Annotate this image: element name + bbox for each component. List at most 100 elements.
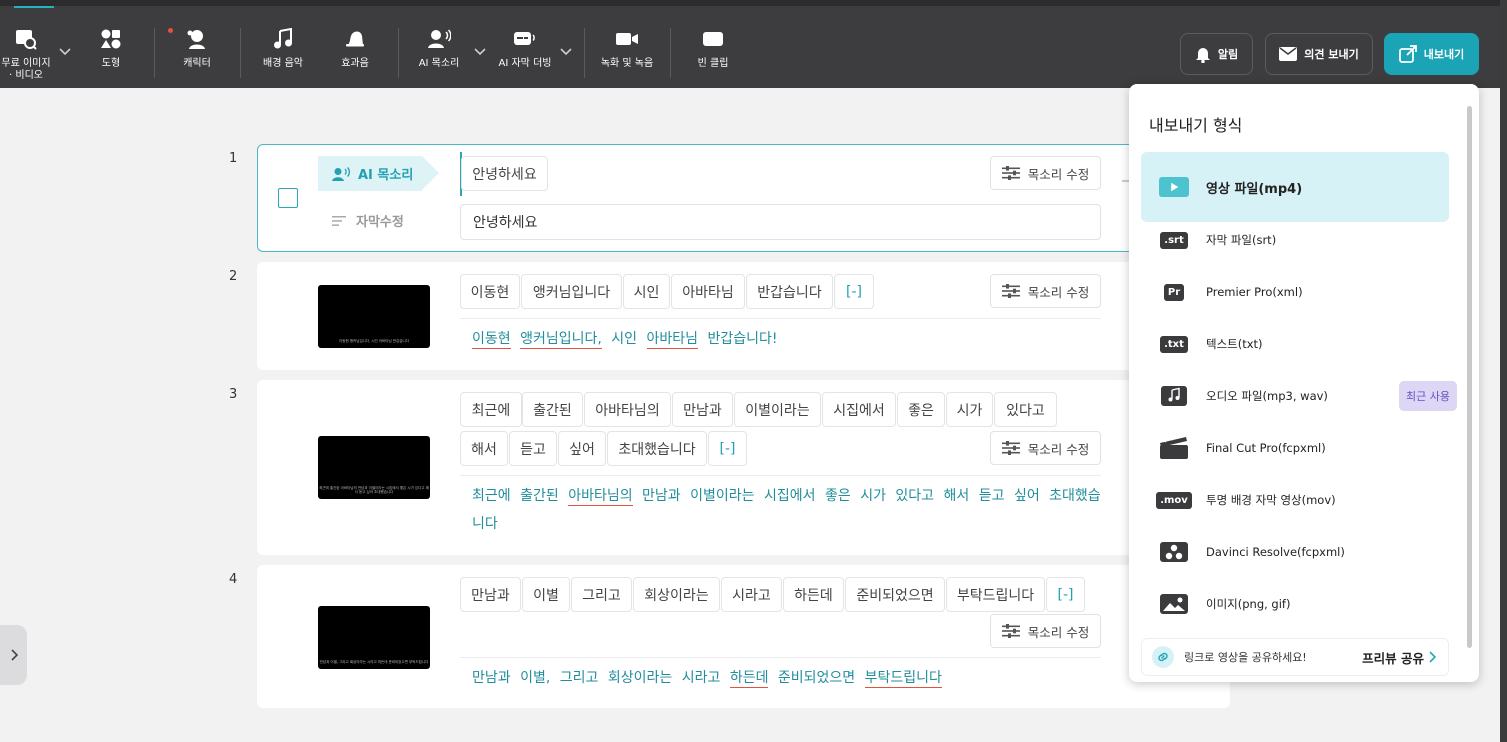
word-chip[interactable]: 회상이라는: [633, 577, 720, 612]
voice-edit-button[interactable]: 목소리 수정: [990, 614, 1101, 648]
subtitle-word-flagged[interactable]: 아바타님의: [568, 488, 633, 506]
subtitle-word[interactable]: 시인: [611, 331, 637, 347]
subtitle-word[interactable]: 만남과: [642, 488, 681, 504]
subtitle-word[interactable]: 최근에: [472, 488, 511, 504]
word-chip[interactable]: 앵커님입니다: [521, 274, 622, 309]
side-panel-toggle[interactable]: [0, 625, 27, 685]
ai-voice-tool[interactable]: AI 목소리: [414, 28, 464, 78]
subtitle-word[interactable]: 초대했습: [1049, 488, 1101, 504]
word-chip[interactable]: 시집에서: [822, 392, 896, 427]
shapes-tool[interactable]: 도형: [94, 28, 128, 78]
subtitle-text-field[interactable]: 안녕하세요: [460, 204, 1101, 240]
export-srt[interactable]: .srt 자막 파일(srt): [1141, 214, 1449, 266]
subtitle-text-wrap[interactable]: 니다: [472, 510, 498, 538]
blank-chip[interactable]: [-]: [708, 431, 747, 466]
subtitle-word[interactable]: 만남과: [472, 670, 511, 686]
word-chip[interactable]: 최근에: [460, 392, 522, 427]
subtitle-word[interactable]: 듣고: [979, 488, 1005, 504]
video-thumbnail[interactable]: 이동현 앵커님입니다, 시인 아바타님 반갑습니다: [318, 285, 430, 348]
voice-text-chip[interactable]: 안녕하세요: [461, 156, 548, 191]
export-audio[interactable]: 오디오 파일(mp3, wav) 최근 사용: [1141, 370, 1457, 422]
bgm-tool[interactable]: 배경 음악: [258, 28, 308, 78]
free-media-tool[interactable]: 무료 이미지 · 비디오: [0, 28, 52, 81]
subtitle-word[interactable]: 좋은: [825, 488, 851, 504]
subtitle-word[interactable]: 이별이라는: [690, 488, 754, 504]
export-image[interactable]: 이미지(png, gif): [1141, 578, 1449, 630]
word-chip[interactable]: 초대했습니다: [607, 431, 707, 466]
word-chip[interactable]: 해서: [460, 431, 508, 466]
word-chip[interactable]: 이별이라는: [734, 392, 821, 427]
word-chip[interactable]: 이동현: [460, 274, 520, 309]
subtitle-word[interactable]: 그리고: [560, 670, 599, 686]
subtitle-edit-tag[interactable]: 자막수정: [332, 211, 404, 230]
word-chip[interactable]: 준비되었으면: [845, 577, 945, 612]
word-chip[interactable]: 있다고: [994, 392, 1057, 427]
voice-edit-button[interactable]: 목소리 수정: [990, 156, 1101, 190]
subtitle-word[interactable]: 있다고: [895, 488, 934, 504]
preview-share-button[interactable]: 프리뷰 공유: [1362, 648, 1424, 667]
word-chip[interactable]: 반갑습니다: [746, 274, 833, 309]
subtitle-word[interactable]: 해서: [944, 488, 970, 504]
notify-button[interactable]: 알림: [1180, 33, 1253, 75]
subtitle-word[interactable]: 회상이라는: [608, 670, 672, 686]
ai-dubbing-tool[interactable]: AI 자막 더빙: [497, 28, 553, 78]
voice-edit-button[interactable]: 목소리 수정: [990, 274, 1101, 308]
subtitle-word[interactable]: 이별,: [520, 670, 550, 686]
voice-edit-button[interactable]: 목소리 수정: [990, 431, 1101, 465]
export-premiere[interactable]: Pr Premier Pro(xml): [1141, 266, 1449, 318]
row-checkbox[interactable]: [278, 188, 298, 208]
word-chip[interactable]: 듣고: [509, 431, 557, 466]
word-chip[interactable]: 만남과: [672, 392, 733, 427]
export-button[interactable]: 내보내기: [1384, 33, 1479, 75]
video-thumbnail[interactable]: 최근에 출간된 아바타님의 만남과 이별이라는 시집에서 좋은 시가 있다고 해…: [318, 436, 430, 499]
export-mp4[interactable]: 영상 파일(mp4): [1141, 152, 1449, 222]
export-davinci[interactable]: Davinci Resolve(fcpxml): [1141, 526, 1449, 578]
ai-voice-tag[interactable]: AI 목소리: [318, 156, 439, 191]
word-chip[interactable]: 출간된: [522, 392, 583, 427]
export-txt[interactable]: .txt 텍스트(txt): [1141, 318, 1449, 370]
chevron-down-icon[interactable]: [474, 48, 486, 56]
word-chip[interactable]: 싶어: [558, 431, 606, 466]
word-chip[interactable]: 하든데: [783, 577, 844, 612]
subtitle-word[interactable]: 시라고: [682, 670, 721, 686]
word-chip[interactable]: 좋은: [897, 392, 945, 427]
subtitle-word[interactable]: 싶어: [1014, 488, 1040, 504]
subtitle-word[interactable]: 출간된: [520, 488, 559, 504]
chevron-down-icon[interactable]: [560, 48, 572, 56]
video-thumbnail[interactable]: 만남과 이별, 그리고 회상이라는 시라고 하든데 준비되었으면 부탁드립니다: [318, 606, 430, 669]
menu-scrollbar[interactable]: [1467, 106, 1472, 648]
chevron-down-icon[interactable]: [59, 48, 71, 56]
export-finalcut[interactable]: Final Cut Pro(fcpxml): [1141, 422, 1449, 474]
blank-chip[interactable]: [-]: [1046, 577, 1085, 612]
record-tool[interactable]: 녹화 및 녹음: [598, 28, 656, 78]
subtitle-word-flagged[interactable]: 부탁드립니다: [864, 670, 942, 688]
subtitle-word-flagged[interactable]: 하든데: [729, 670, 769, 688]
sfx-tool[interactable]: 효과음: [336, 28, 374, 78]
window-scrollbar[interactable]: [1500, 0, 1507, 742]
subtitle-text[interactable]: 만남과 이별, 그리고 회상이라는 시라고 하든데 준비되었으면 부탁드립니다: [472, 664, 942, 692]
character-tool[interactable]: 캐릭터: [176, 28, 218, 78]
preview-share-bar[interactable]: 링크로 영상을 공유하세요! 프리뷰 공유: [1141, 638, 1449, 676]
blank-chip[interactable]: [-]: [834, 274, 874, 309]
feedback-button[interactable]: 의견 보내기: [1265, 33, 1373, 75]
word-chip[interactable]: 부탁드립니다: [946, 577, 1045, 612]
word-chip[interactable]: 만남과: [460, 577, 521, 612]
subtitle-word[interactable]: 시집에서: [764, 488, 816, 504]
subtitle-text[interactable]: 최근에 출간된 아바타님의 만남과 이별이라는 시집에서 좋은 시가 있다고 해…: [472, 482, 1101, 510]
word-chip[interactable]: 시가: [946, 392, 993, 427]
word-chip[interactable]: 시인: [623, 274, 670, 309]
subtitle-word-flagged[interactable]: 이동현: [472, 331, 511, 349]
word-chip[interactable]: 아바타님의: [584, 392, 671, 427]
subtitle-word[interactable]: 시가: [860, 488, 886, 504]
subtitle-word[interactable]: 반갑습니다!: [707, 331, 777, 347]
subtitle-word-flagged[interactable]: 아바타님: [646, 331, 699, 349]
subtitle-word-flagged[interactable]: 앵커님입니다,: [520, 331, 602, 349]
subtitle-word[interactable]: 준비되었으면: [778, 670, 855, 686]
word-chip[interactable]: 아바타님: [671, 274, 745, 309]
word-chip[interactable]: 이별: [522, 577, 570, 612]
word-chip[interactable]: 그리고: [571, 577, 632, 612]
word-chip[interactable]: 시라고: [721, 577, 782, 612]
subtitle-text[interactable]: 이동현 앵커님입니다, 시인 아바타님 반갑습니다!: [472, 325, 778, 353]
blank-clip-tool[interactable]: 빈 클립: [694, 28, 732, 78]
export-mov[interactable]: .mov 투명 배경 자막 영상(mov): [1141, 474, 1449, 526]
